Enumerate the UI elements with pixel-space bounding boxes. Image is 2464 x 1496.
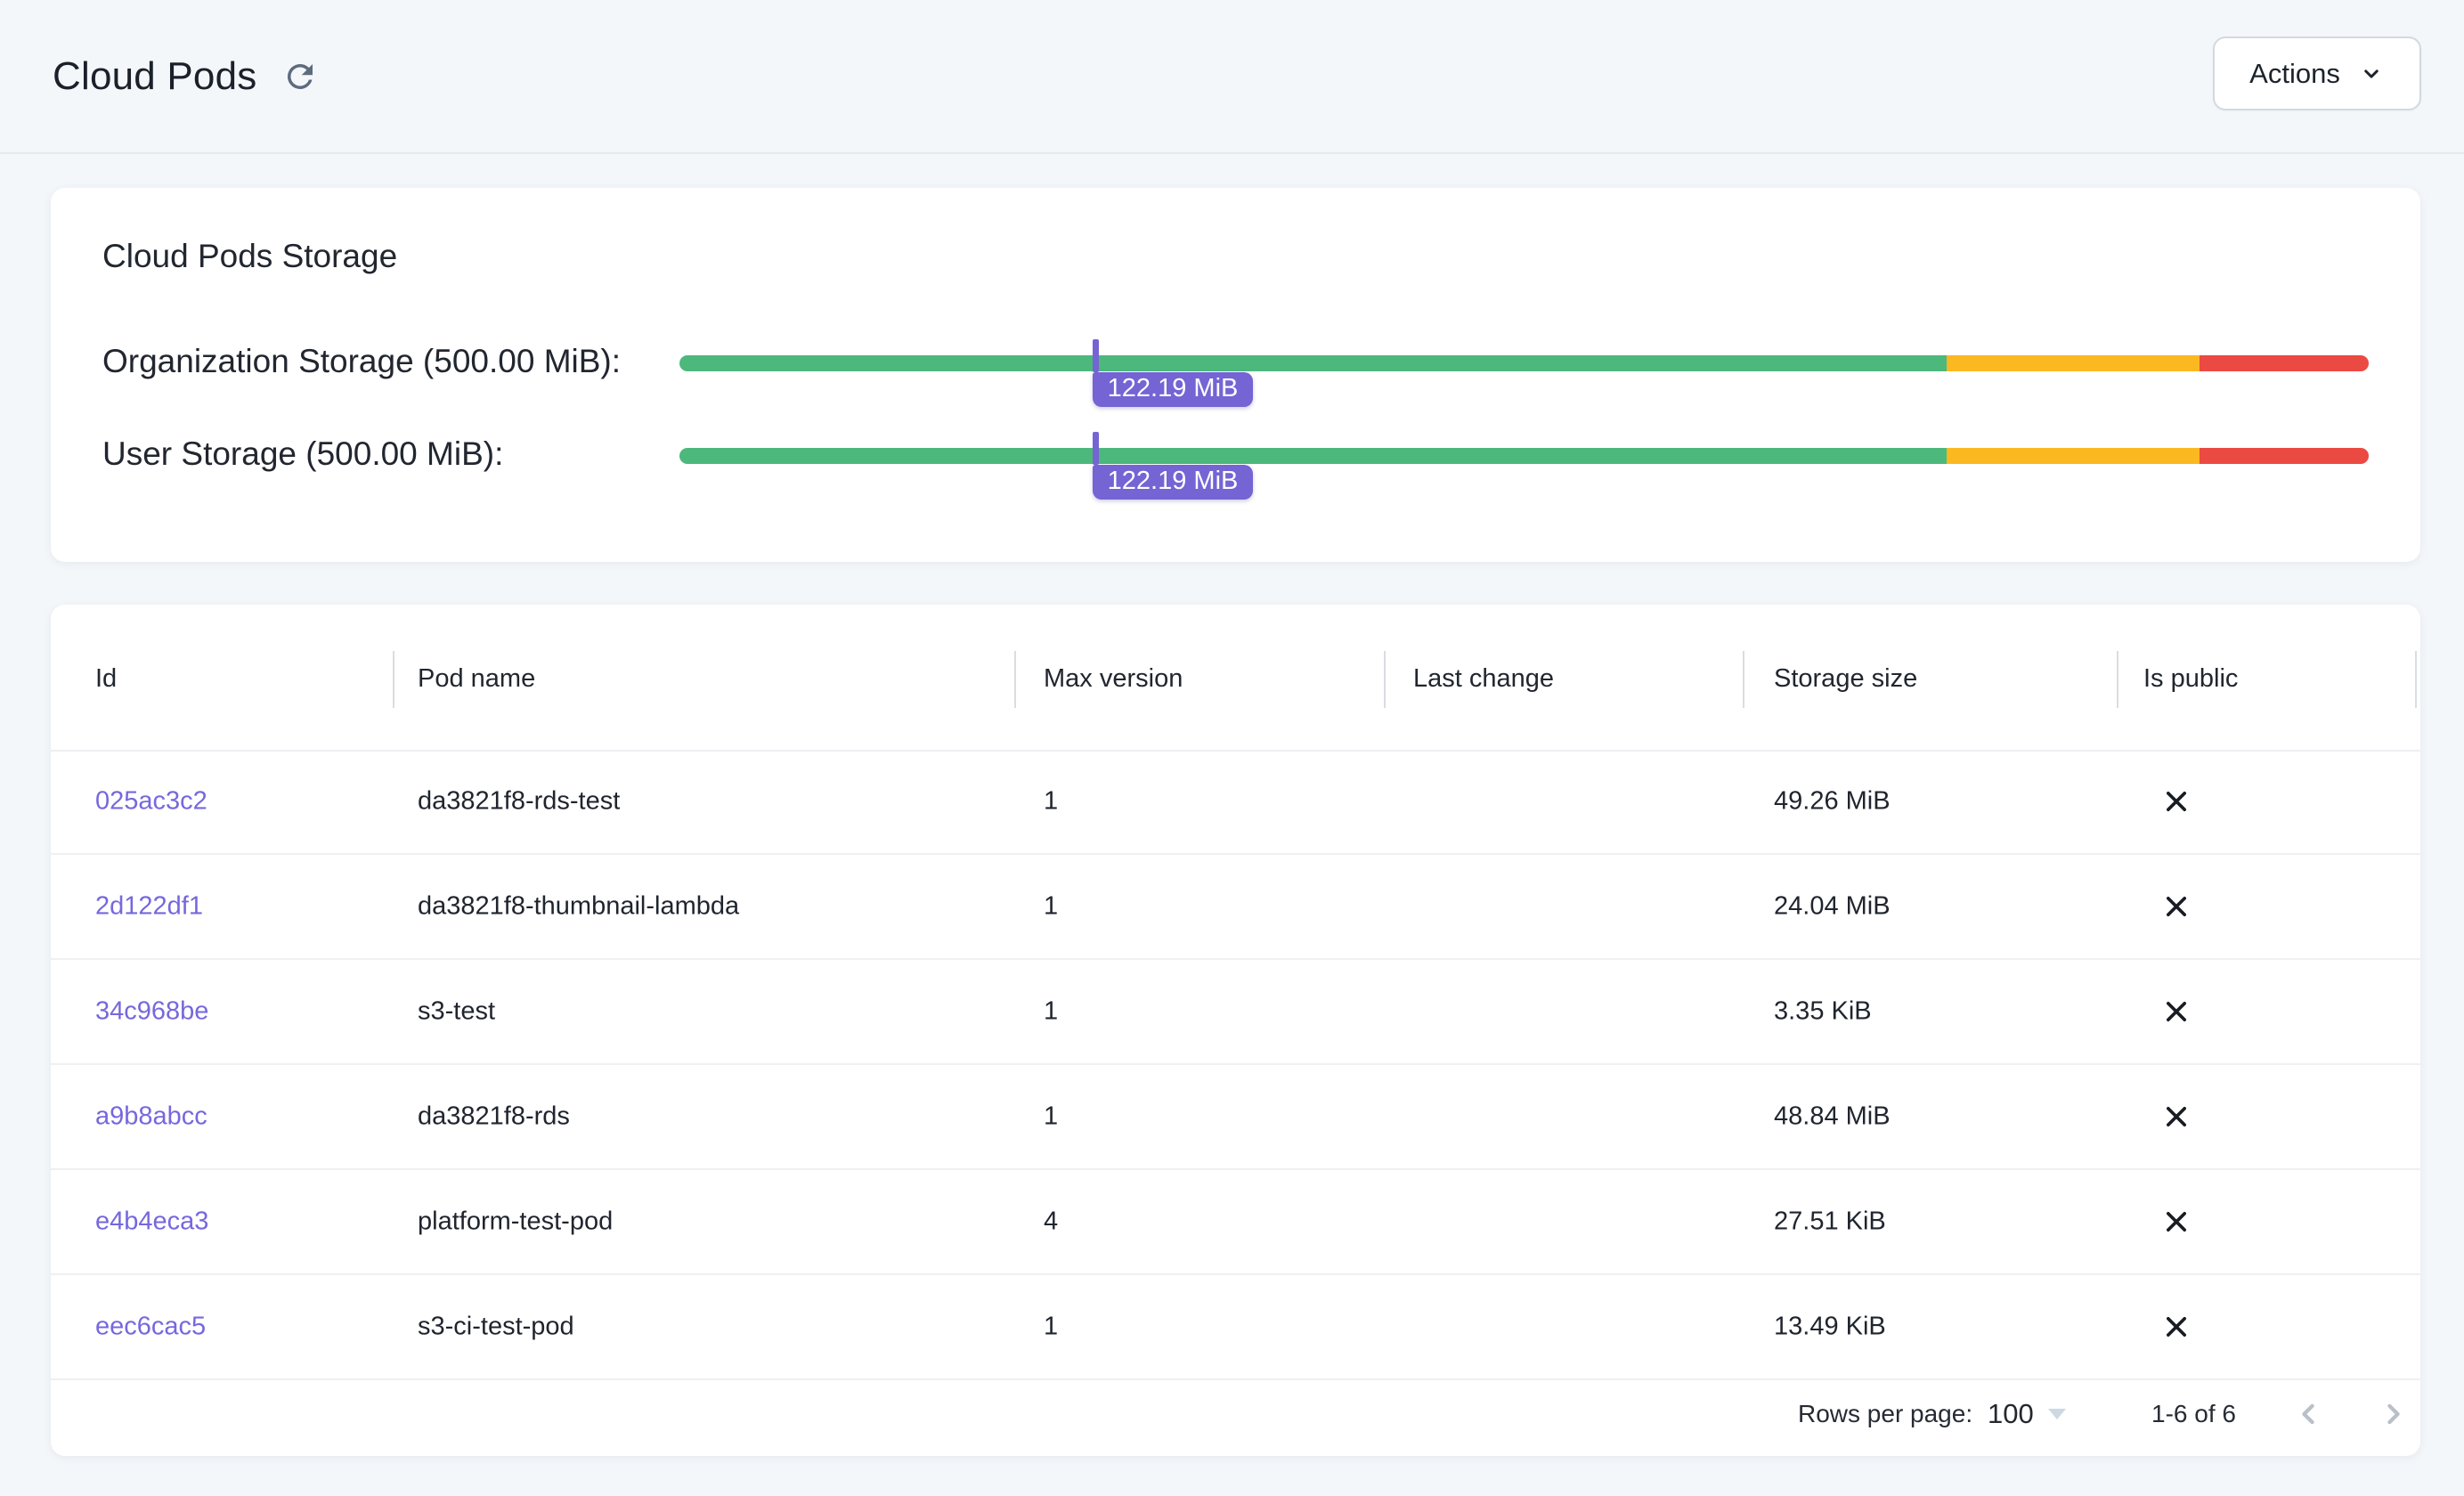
- actions-button-label: Actions: [2249, 58, 2340, 90]
- x-mark-icon: [2159, 1100, 2193, 1134]
- next-page-button[interactable]: [2373, 1394, 2414, 1435]
- row-storage-size: 3.35 KiB: [1774, 997, 1872, 1027]
- previous-page-button[interactable]: [2288, 1394, 2329, 1435]
- not-public-indicator: [2159, 785, 2193, 818]
- row-pod-name: da3821f8-rds-test: [418, 787, 620, 817]
- column-header-storage-size[interactable]: Storage size: [1774, 664, 1917, 694]
- row-storage-size: 49.26 MiB: [1774, 787, 1891, 817]
- row-storage-size: 24.04 MiB: [1774, 892, 1891, 922]
- not-public-indicator: [2159, 1100, 2193, 1134]
- storage-bar-yellow-segment: [1947, 355, 2200, 371]
- column-header-is-public[interactable]: Is public: [2143, 664, 2238, 694]
- table-body: 025ac3c2 da3821f8-rds-test 1 49.26 MiB 2d122…: [51, 750, 2420, 1380]
- not-public-indicator: [2159, 890, 2193, 923]
- x-mark-icon: [2159, 785, 2193, 818]
- storage-bar-yellow-segment: [1947, 448, 2200, 464]
- organization-storage-label: Organization Storage (500.00 MiB):: [102, 341, 621, 382]
- rows-per-page-value: 100: [1988, 1398, 2034, 1430]
- chevron-left-icon: [2289, 1394, 2328, 1434]
- user-storage-bar: 122.19 MiB: [679, 448, 2369, 464]
- row-max-version: 1: [1044, 892, 1058, 922]
- column-separator: [2117, 651, 2118, 708]
- table-row: 2d122df1 da3821f8-thumbnail-lambda 1 24.04 …: [51, 855, 2420, 960]
- row-max-version: 1: [1044, 787, 1058, 817]
- refresh-button[interactable]: [280, 56, 321, 97]
- rows-per-page-select[interactable]: 100: [1988, 1398, 2066, 1430]
- row-id-link[interactable]: 2d122df1: [95, 892, 203, 922]
- actions-button[interactable]: Actions: [2213, 37, 2421, 110]
- x-mark-icon: [2159, 1205, 2193, 1239]
- row-id-link[interactable]: e4b4eca3: [95, 1207, 208, 1237]
- storage-usage-marker: [1093, 432, 1099, 465]
- row-max-version: 1: [1044, 1102, 1058, 1132]
- column-separator: [2415, 651, 2417, 708]
- row-max-version: 4: [1044, 1207, 1058, 1237]
- column-header-pod-name[interactable]: Pod name: [418, 664, 535, 694]
- row-storage-size: 27.51 KiB: [1774, 1207, 1886, 1237]
- table-row: 025ac3c2 da3821f8-rds-test 1 49.26 MiB: [51, 750, 2420, 855]
- row-id-link[interactable]: a9b8abcc: [95, 1102, 207, 1132]
- table-row: eec6cac5 s3-ci-test-pod 1 13.49 KiB: [51, 1275, 2420, 1380]
- caret-down-icon: [2048, 1409, 2066, 1419]
- table-row: e4b4eca3 platform-test-pod 4 27.51 KiB: [51, 1170, 2420, 1275]
- chevron-right-icon: [2374, 1394, 2413, 1434]
- refresh-icon: [281, 58, 319, 95]
- row-max-version: 1: [1044, 1313, 1058, 1342]
- not-public-indicator: [2159, 1205, 2193, 1239]
- page-header: Cloud Pods Actions: [0, 0, 2464, 154]
- not-public-indicator: [2159, 995, 2193, 1028]
- storage-bar-red-segment: [2200, 355, 2369, 371]
- column-header-max-version[interactable]: Max version: [1044, 664, 1183, 694]
- storage-card-title: Cloud Pods Storage: [102, 237, 397, 276]
- row-storage-size: 48.84 MiB: [1774, 1102, 1891, 1132]
- table-row: a9b8abcc da3821f8-rds 1 48.84 MiB: [51, 1065, 2420, 1170]
- column-separator: [1743, 651, 1744, 708]
- user-storage-label: User Storage (500.00 MiB):: [102, 434, 503, 475]
- x-mark-icon: [2159, 1310, 2193, 1344]
- chevron-down-icon: [2358, 61, 2385, 87]
- rows-per-page-label: Rows per page:: [1798, 1400, 1972, 1428]
- row-pod-name: s3-test: [418, 997, 495, 1027]
- storage-bar-green-segment: [679, 355, 1947, 371]
- not-public-indicator: [2159, 1310, 2193, 1344]
- storage-usage-tooltip: 122.19 MiB: [1093, 372, 1254, 407]
- storage-progress-bar: [679, 448, 2369, 464]
- table-pagination: Rows per page: 100 1-6 of 6: [51, 1371, 2420, 1456]
- row-storage-size: 13.49 KiB: [1774, 1313, 1886, 1342]
- table-row: 34c968be s3-test 1 3.35 KiB: [51, 960, 2420, 1065]
- row-pod-name: platform-test-pod: [418, 1207, 613, 1237]
- row-id-link[interactable]: 025ac3c2: [95, 787, 207, 817]
- column-header-last-change[interactable]: Last change: [1413, 664, 1554, 694]
- row-pod-name: s3-ci-test-pod: [418, 1313, 574, 1342]
- row-pod-name: da3821f8-thumbnail-lambda: [418, 892, 739, 922]
- row-id-link[interactable]: eec6cac5: [95, 1313, 206, 1342]
- storage-usage-marker: [1093, 339, 1099, 372]
- row-id-link[interactable]: 34c968be: [95, 997, 208, 1027]
- storage-progress-bar: [679, 355, 2369, 371]
- x-mark-icon: [2159, 995, 2193, 1028]
- x-mark-icon: [2159, 890, 2193, 923]
- table-header-row: Id Pod name Max version Last change Stor…: [51, 605, 2420, 752]
- column-separator: [1384, 651, 1386, 708]
- organization-storage-bar: 122.19 MiB: [679, 355, 2369, 371]
- pagination-range-label: 1-6 of 6: [2151, 1400, 2236, 1428]
- column-separator: [1014, 651, 1016, 708]
- storage-bar-red-segment: [2200, 448, 2369, 464]
- row-max-version: 1: [1044, 997, 1058, 1027]
- column-separator: [393, 651, 394, 708]
- cloud-pods-storage-card: Cloud Pods Storage Organization Storage …: [51, 188, 2420, 562]
- page-title: Cloud Pods: [53, 54, 256, 99]
- storage-bar-green-segment: [679, 448, 1947, 464]
- column-header-id[interactable]: Id: [95, 664, 117, 694]
- storage-usage-tooltip: 122.19 MiB: [1093, 465, 1254, 500]
- cloud-pods-page: Cloud Pods Actions Cloud Pods Storage Or…: [0, 0, 2464, 1496]
- cloud-pods-table-card: Id Pod name Max version Last change Stor…: [51, 605, 2420, 1456]
- row-pod-name: da3821f8-rds: [418, 1102, 570, 1132]
